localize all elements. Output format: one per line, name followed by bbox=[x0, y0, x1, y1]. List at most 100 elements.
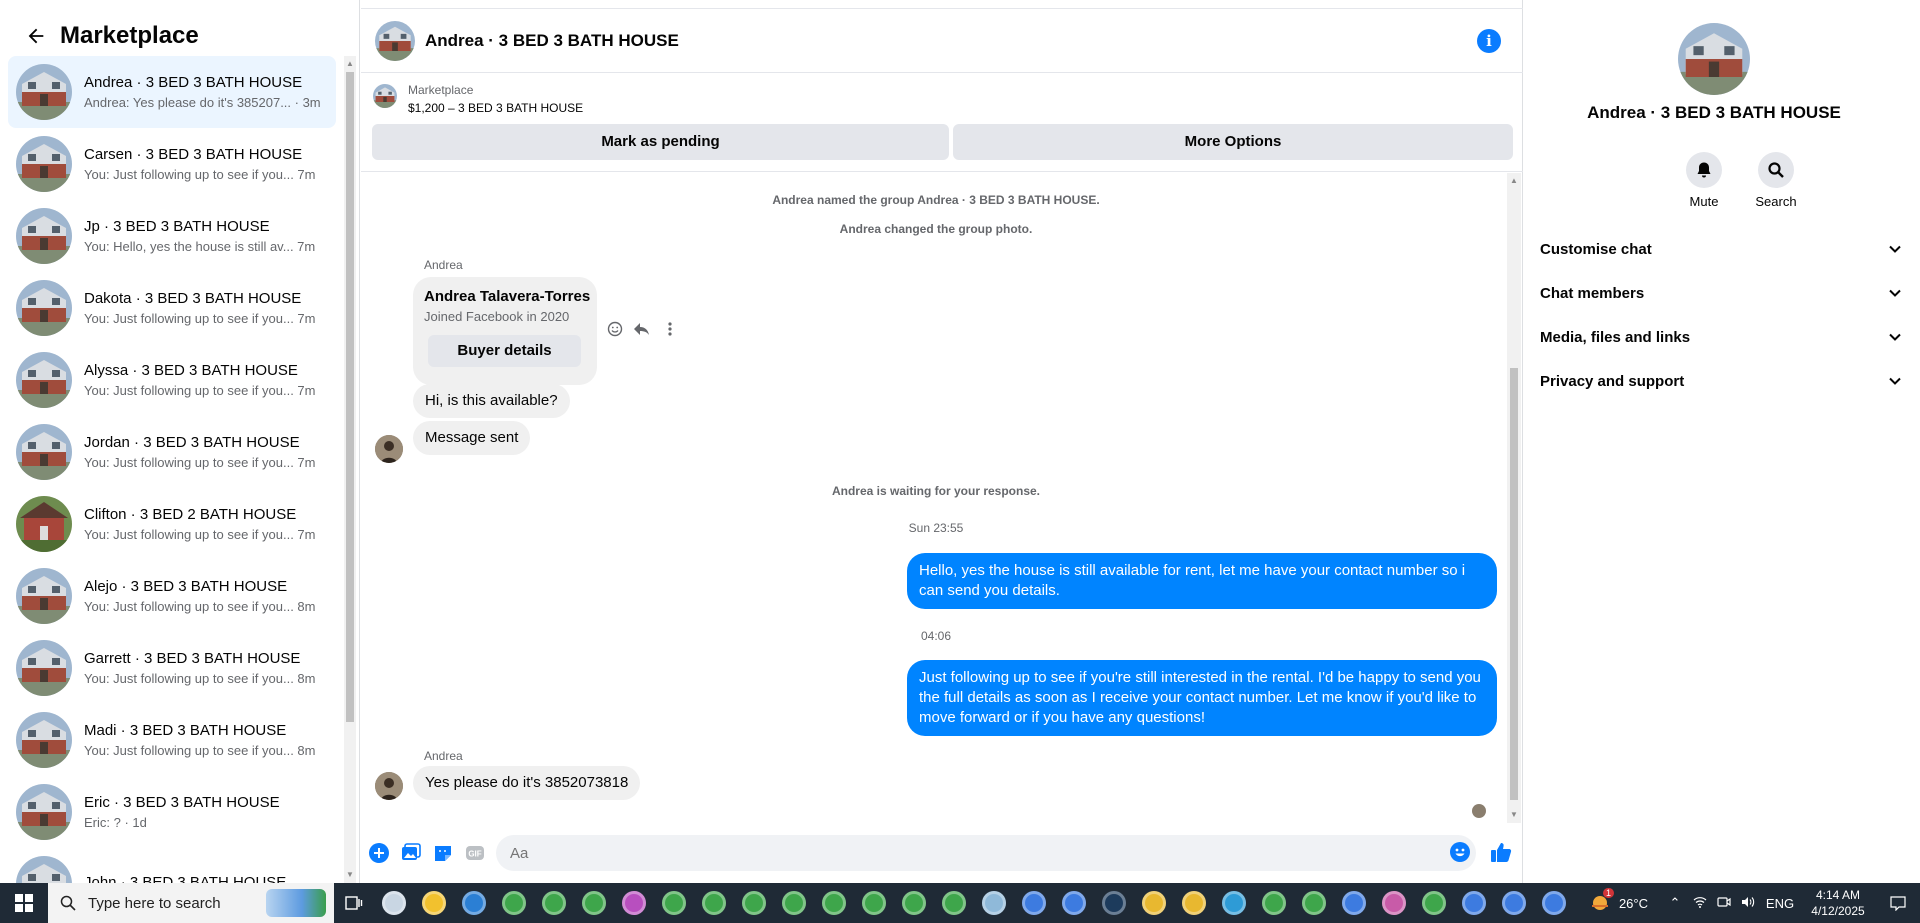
listing-bar: Marketplace $1,200 – 3 BED 3 BATH HOUSE … bbox=[361, 74, 1523, 172]
buyer-details-button[interactable]: Buyer details bbox=[428, 335, 581, 367]
react-smiley-icon[interactable] bbox=[605, 319, 625, 339]
taskbar-app-icon[interactable] bbox=[1254, 883, 1294, 923]
more-dots-icon[interactable] bbox=[660, 319, 680, 339]
info-icon[interactable]: i bbox=[1477, 29, 1501, 53]
conversation-item[interactable]: Alejo · 3 BED 3 BATH HOUSE You: Just foll… bbox=[8, 560, 336, 632]
conversation-item[interactable]: Andrea · 3 BED 3 BATH HOUSE Andrea: Yes p… bbox=[8, 56, 336, 128]
chat-avatar[interactable] bbox=[375, 20, 415, 61]
notification-icon[interactable] bbox=[1876, 895, 1920, 911]
conversation-item[interactable]: Jp · 3 BED 3 BATH HOUSE You: Hello, yes t… bbox=[8, 200, 336, 272]
taskbar-app-icon[interactable] bbox=[1094, 883, 1134, 923]
section-chat-members[interactable]: Chat members bbox=[1540, 275, 1902, 311]
sender-avatar[interactable] bbox=[375, 435, 403, 463]
taskbar-app-icon[interactable] bbox=[1534, 883, 1574, 923]
listing-price-title[interactable]: $1,200 – 3 BED 3 BATH HOUSE bbox=[408, 101, 583, 115]
taskbar-search[interactable]: Type here to search bbox=[48, 883, 334, 923]
conversation-item[interactable]: Jordan · 3 BED 3 BATH HOUSE You: Just fol… bbox=[8, 416, 336, 488]
incoming-message[interactable]: Message sent bbox=[413, 421, 531, 455]
conversation-item[interactable]: Alyssa · 3 BED 3 BATH HOUSE You: Just fol… bbox=[8, 344, 336, 416]
taskbar-app-icon[interactable] bbox=[854, 883, 894, 923]
sticker-icon[interactable] bbox=[433, 843, 453, 863]
taskbar-app-icon[interactable] bbox=[494, 883, 534, 923]
chat-scrollbar[interactable]: ▲ ▼ bbox=[1507, 173, 1521, 823]
message-input[interactable] bbox=[496, 835, 1476, 871]
back-button[interactable] bbox=[18, 18, 54, 54]
clock[interactable]: 4:14 AM 4/12/2025 bbox=[1800, 887, 1876, 919]
scroll-down-arrow-icon[interactable]: ▼ bbox=[1508, 809, 1520, 821]
taskbar-app-icon[interactable] bbox=[574, 883, 614, 923]
taskbar-app-icon[interactable] bbox=[414, 883, 454, 923]
conversation-item[interactable]: Madi · 3 BED 3 BATH HOUSE You: Just follo… bbox=[8, 704, 336, 776]
more-options-button[interactable]: More Options bbox=[953, 124, 1513, 160]
taskbar-app-icon[interactable] bbox=[694, 883, 734, 923]
taskbar-app-icon[interactable] bbox=[1054, 883, 1094, 923]
taskbar-app-icon[interactable] bbox=[814, 883, 854, 923]
conversation-item[interactable]: Dakota · 3 BED 3 BATH HOUSE You: Just fol… bbox=[8, 272, 336, 344]
taskbar-app-icon[interactable] bbox=[1454, 883, 1494, 923]
taskbar-app-icon[interactable] bbox=[1214, 883, 1254, 923]
taskbar-app-icon[interactable] bbox=[1174, 883, 1214, 923]
search-button[interactable]: Search bbox=[1746, 152, 1806, 209]
plus-icon[interactable] bbox=[369, 843, 389, 863]
like-thumb-icon[interactable] bbox=[1490, 841, 1512, 862]
taskbar-app-icon[interactable] bbox=[1414, 883, 1454, 923]
task-view-button[interactable] bbox=[334, 883, 374, 923]
taskbar-app-icon[interactable] bbox=[1294, 883, 1334, 923]
buyer-name[interactable]: Andrea Talavera-Torres bbox=[424, 288, 590, 305]
sender-avatar[interactable] bbox=[375, 772, 403, 800]
conversation-avatar bbox=[16, 280, 72, 336]
taskbar-app-icon[interactable] bbox=[454, 883, 494, 923]
gif-icon[interactable]: GIF bbox=[465, 843, 485, 863]
taskbar-app-icon[interactable] bbox=[1134, 883, 1174, 923]
chevron-up-icon[interactable]: ⌃ bbox=[1662, 895, 1688, 911]
volume-icon[interactable] bbox=[1736, 896, 1760, 911]
conversation-item[interactable]: Clifton · 3 BED 2 BATH HOUSE You: Just fo… bbox=[8, 488, 336, 560]
taskbar-app-icon[interactable] bbox=[734, 883, 774, 923]
incoming-message[interactable]: Hi, is this available? bbox=[413, 384, 570, 418]
sender-name: Andrea bbox=[424, 749, 463, 763]
mute-button[interactable]: Mute bbox=[1674, 152, 1734, 209]
details-avatar[interactable] bbox=[1678, 23, 1750, 95]
taskbar-app-icon[interactable] bbox=[374, 883, 414, 923]
sidebar-scrollbar[interactable]: ▲ ▼ bbox=[344, 56, 356, 883]
taskbar-app-icon[interactable] bbox=[1374, 883, 1414, 923]
chevron-down-icon bbox=[1889, 245, 1901, 253]
taskbar-app-icon[interactable] bbox=[1494, 883, 1534, 923]
meet-now-icon[interactable] bbox=[1712, 896, 1736, 911]
taskbar-app-icon[interactable] bbox=[774, 883, 814, 923]
incoming-message[interactable]: Yes please do it's 3852073818 bbox=[413, 766, 641, 800]
conversation-item[interactable]: John · 3 BED 3 BATH HOUSE bbox=[8, 848, 336, 883]
reply-icon[interactable] bbox=[632, 319, 652, 339]
taskbar-app-icon[interactable] bbox=[1014, 883, 1054, 923]
language-indicator[interactable]: ENG bbox=[1760, 896, 1800, 911]
start-button[interactable] bbox=[0, 883, 48, 923]
section-privacy-support[interactable]: Privacy and support bbox=[1540, 363, 1902, 399]
photo-icon[interactable] bbox=[401, 843, 421, 863]
scroll-up-arrow-icon[interactable]: ▲ bbox=[1508, 175, 1520, 187]
taskbar-app-icon[interactable] bbox=[1334, 883, 1374, 923]
chat-title[interactable]: Andrea · 3 BED 3 BATH HOUSE bbox=[425, 31, 679, 51]
outgoing-message[interactable]: Hello, yes the house is still available … bbox=[907, 553, 1497, 609]
taskbar-app-icon[interactable] bbox=[934, 883, 974, 923]
taskbar-app-icon[interactable] bbox=[614, 883, 654, 923]
section-media-files-links[interactable]: Media, files and links bbox=[1540, 319, 1902, 355]
taskbar-app-icon[interactable] bbox=[894, 883, 934, 923]
taskbar-app-icon[interactable] bbox=[974, 883, 1014, 923]
sidebar-scroll-thumb[interactable] bbox=[346, 72, 354, 722]
conversation-item[interactable]: Garrett · 3 BED 3 BATH HOUSE You: Just fo… bbox=[8, 632, 336, 704]
weather-widget[interactable]: 1 26°C bbox=[1589, 888, 1648, 914]
conversation-item[interactable]: Eric · 3 BED 3 BATH HOUSE Eric: ? · 1d bbox=[8, 776, 336, 848]
section-customise-chat[interactable]: Customise chat bbox=[1540, 231, 1902, 267]
conversation-item[interactable]: Carsen · 3 BED 3 BATH HOUSE You: Just fol… bbox=[8, 128, 336, 200]
conversation-text: Carsen · 3 BED 3 BATH HOUSE You: Just fol… bbox=[84, 146, 324, 182]
listing-thumbnail[interactable] bbox=[373, 84, 397, 108]
taskbar-app-icon[interactable] bbox=[534, 883, 574, 923]
emoji-icon[interactable] bbox=[1450, 842, 1470, 862]
outgoing-message[interactable]: Just following up to see if you're still… bbox=[907, 660, 1497, 736]
scroll-down-arrow-icon[interactable]: ▼ bbox=[344, 869, 356, 881]
network-icon[interactable] bbox=[1688, 896, 1712, 911]
mark-as-pending-button[interactable]: Mark as pending bbox=[372, 124, 949, 160]
chat-scroll-thumb[interactable] bbox=[1510, 368, 1518, 800]
scroll-up-arrow-icon[interactable]: ▲ bbox=[344, 58, 356, 70]
taskbar-app-icon[interactable] bbox=[654, 883, 694, 923]
